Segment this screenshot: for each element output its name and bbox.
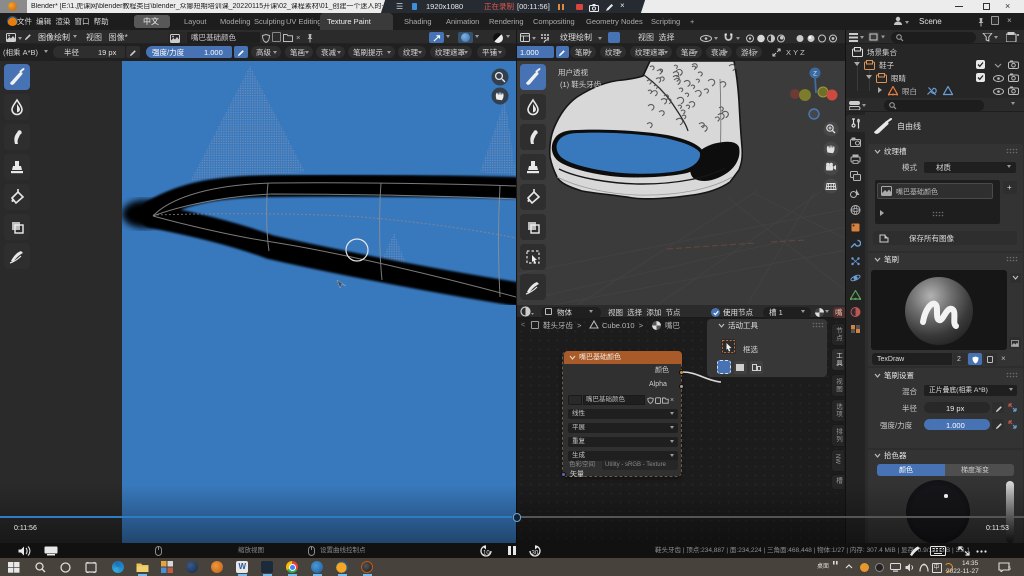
svg-text:30: 30 bbox=[532, 551, 539, 557]
svg-text:10: 10 bbox=[483, 551, 490, 557]
svg-text:Z: Z bbox=[813, 71, 817, 78]
